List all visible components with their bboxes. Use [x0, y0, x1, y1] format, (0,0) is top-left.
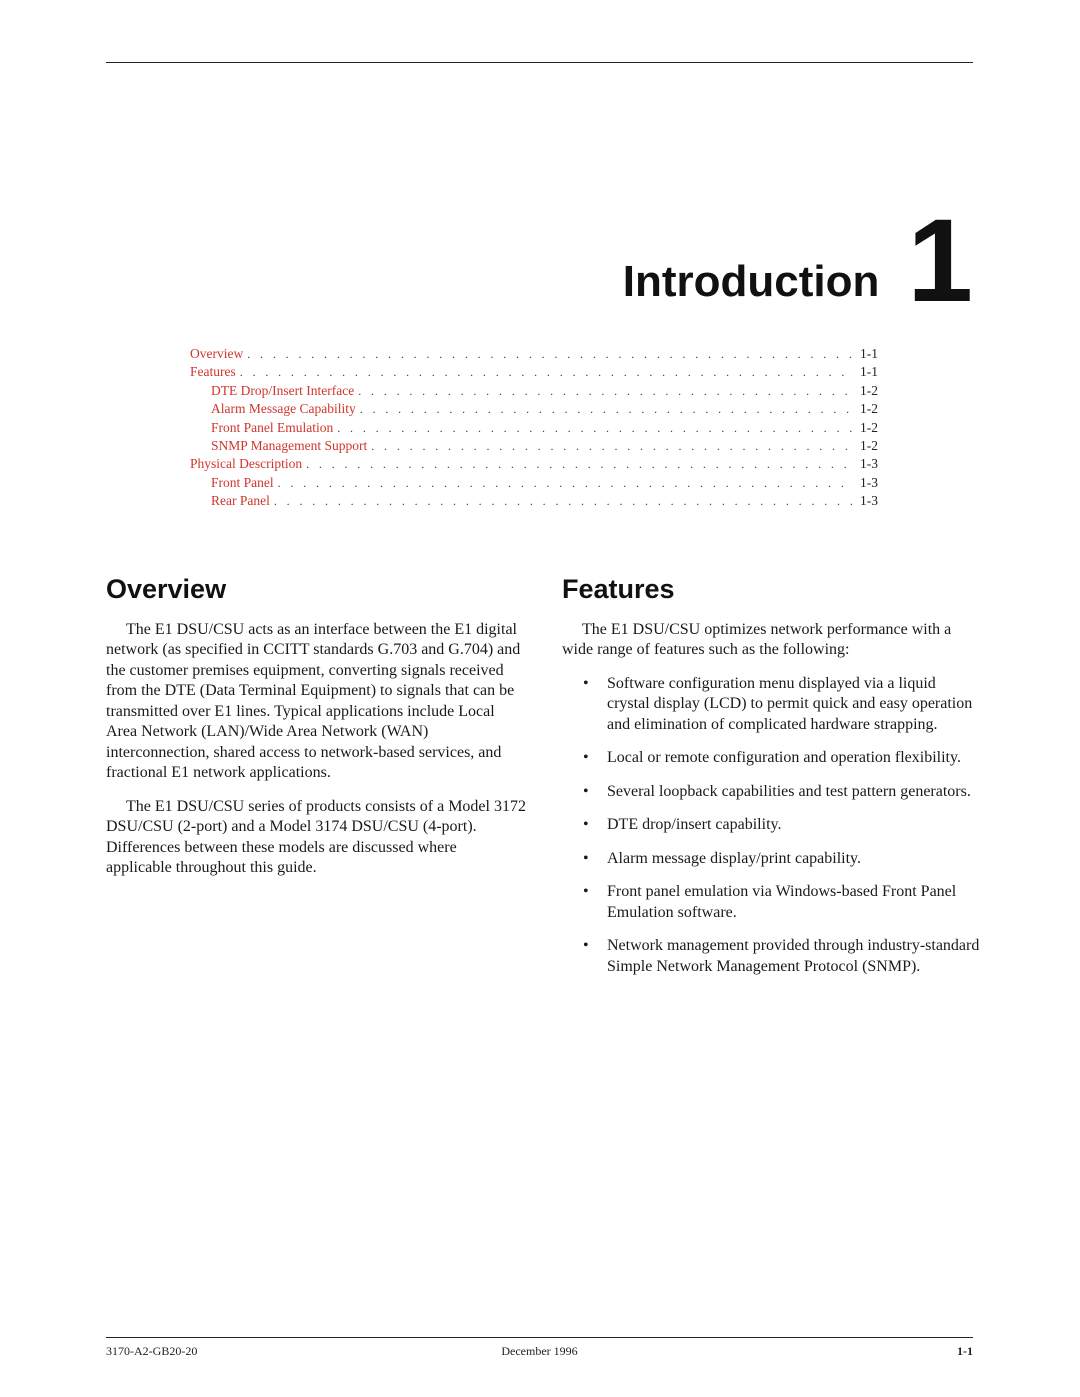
- toc-entry-dte-drop-insert[interactable]: DTE Drop/Insert Interface 1-2: [190, 383, 878, 401]
- list-item: • Front panel emulation via Windows-based…: [562, 882, 982, 923]
- bullet-icon: •: [583, 674, 589, 692]
- list-item: • Network management provided through ind…: [562, 936, 982, 977]
- toc-link[interactable]: SNMP Management Support: [211, 438, 371, 454]
- list-item: • Local or remote configuration and opera…: [562, 748, 982, 769]
- toc-link[interactable]: Rear Panel: [211, 493, 274, 509]
- toc-link[interactable]: Features: [190, 364, 240, 380]
- toc-page-number: 1-2: [860, 401, 878, 417]
- toc-page-number: 1-2: [860, 437, 878, 453]
- list-item-text: Software configuration menu displayed vi…: [607, 674, 973, 733]
- toc-entry-physical-description[interactable]: Physical Description 1-3: [190, 456, 878, 474]
- chapter-title-text: Introduction: [622, 257, 880, 306]
- table-of-contents: Overview 1-1 Features 1-1 DTE Drop/Inser…: [190, 346, 878, 512]
- bullet-icon: •: [583, 782, 589, 800]
- list-item: • Several loopback capabilities and test …: [562, 782, 982, 803]
- toc-entry-features[interactable]: Features 1-1: [190, 364, 878, 382]
- features-heading: Features: [562, 574, 675, 604]
- list-item: • Software configuration menu displayed v…: [562, 674, 982, 736]
- dot-leader: [358, 384, 854, 399]
- list-item-text: DTE drop/insert capability.: [607, 816, 782, 834]
- bullet-icon: •: [583, 849, 589, 867]
- bullet-icon: •: [583, 749, 589, 767]
- toc-page-number: 1-1: [860, 346, 878, 361]
- list-item-text: Front panel emulation via Windows-based …: [607, 883, 957, 921]
- toc-entry-overview[interactable]: Overview 1-1: [190, 346, 878, 364]
- toc-link[interactable]: Front Panel Emulation: [211, 420, 337, 436]
- toc-entry-front-panel[interactable]: Front Panel 1-3: [190, 475, 878, 493]
- list-item-text: Alarm message display/print capability.: [607, 849, 862, 867]
- list-item: • Alarm message display/print capability.: [562, 849, 982, 870]
- list-item-text: Several loopback capabilities and test p…: [607, 782, 971, 800]
- toc-page-number: 1-2: [860, 382, 878, 398]
- toc-entry-snmp[interactable]: SNMP Management Support 1-2: [190, 438, 878, 456]
- list-item-text: Network management provided through indu…: [607, 937, 980, 975]
- chapter-title: Introduction 1: [622, 195, 973, 328]
- toc-page-number: 1-3: [860, 474, 878, 490]
- overview-heading: Overview: [106, 574, 227, 604]
- features-intro: The E1 DSU/CSU optimizes network perform…: [562, 620, 952, 659]
- features-section: Features The E1 DSU/CSU optimizes networ…: [562, 574, 982, 990]
- features-list: • Software configuration menu displayed v…: [562, 674, 982, 978]
- dot-leader: [240, 365, 854, 380]
- toc-entry-front-panel-emulation[interactable]: Front Panel Emulation 1-2: [190, 420, 878, 438]
- dot-leader: [360, 402, 854, 417]
- page-number: 1-1: [957, 1344, 973, 1358]
- dot-leader: [371, 439, 854, 454]
- header-rule: [106, 62, 973, 63]
- overview-paragraph: The E1 DSU/CSU acts as an interface betw…: [106, 620, 521, 782]
- footer-date: December 1996: [501, 1344, 578, 1358]
- dot-leader: [247, 347, 854, 362]
- dot-leader: [274, 494, 854, 509]
- toc-link[interactable]: Alarm Message Capability: [211, 401, 360, 417]
- chapter-number: 1: [907, 195, 973, 328]
- overview-section: Overview The E1 DSU/CSU acts as an inter…: [106, 574, 526, 892]
- toc-page-number: 1-3: [860, 493, 878, 509]
- toc-entry-rear-panel[interactable]: Rear Panel 1-3: [190, 493, 878, 511]
- toc-link[interactable]: DTE Drop/Insert Interface: [211, 383, 358, 399]
- toc-link[interactable]: Physical Description: [190, 456, 306, 472]
- dot-leader: [278, 476, 854, 491]
- bullet-icon: •: [583, 816, 589, 834]
- bullet-icon: •: [583, 937, 589, 955]
- overview-paragraph: The E1 DSU/CSU series of products consis…: [106, 797, 526, 877]
- list-item-text: Local or remote configuration and operat…: [607, 749, 961, 767]
- bullet-icon: •: [583, 883, 589, 901]
- toc-entry-alarm-message[interactable]: Alarm Message Capability 1-2: [190, 401, 878, 419]
- toc-page-number: 1-3: [860, 456, 878, 472]
- dot-leader: [306, 457, 854, 472]
- toc-page-number: 1-2: [860, 419, 878, 435]
- footer-rule: [106, 1337, 973, 1338]
- dot-leader: [337, 421, 854, 436]
- toc-page-number: 1-1: [860, 364, 878, 380]
- toc-link[interactable]: Front Panel: [211, 475, 278, 491]
- list-item: • DTE drop/insert capability.: [562, 815, 982, 836]
- toc-link[interactable]: Overview: [190, 346, 247, 362]
